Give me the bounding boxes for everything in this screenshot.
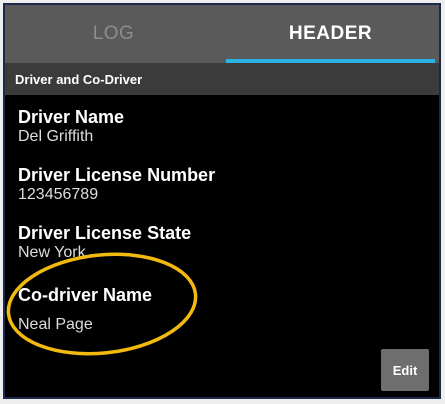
driver-name-field: Driver Name Del Griffith — [18, 107, 124, 147]
license-state-value: New York — [18, 244, 86, 261]
section-title: Driver and Co-Driver — [15, 71, 143, 87]
license-number-value: 123456789 — [18, 186, 99, 203]
tab-log-label: LOG — [92, 23, 135, 44]
driver-name-label: Driver Name — [18, 107, 125, 127]
tab-log[interactable]: LOG — [5, 5, 222, 63]
license-number-field: Driver License Number 123456789 — [18, 165, 215, 205]
section-header: Driver and Co-Driver — [5, 63, 439, 95]
tab-bar: LOG HEADER — [5, 5, 439, 63]
edit-button[interactable]: Edit — [381, 349, 429, 391]
license-number-label: Driver License Number — [18, 165, 216, 185]
codriver-name-value: Neal Page — [18, 316, 93, 333]
tab-header[interactable]: HEADER — [222, 5, 439, 63]
license-state-field: Driver License State New York — [18, 223, 191, 263]
license-state-label: Driver License State — [18, 223, 192, 243]
codriver-name-label: Co-driver Name — [18, 285, 153, 305]
app-frame: LOG HEADER Driver and Co-Driver Driver N… — [3, 3, 441, 399]
codriver-name-field: Co-driver Name Neal Page — [18, 285, 152, 335]
driver-name-value: Del Griffith — [18, 128, 94, 145]
tab-header-label: HEADER — [288, 23, 373, 44]
